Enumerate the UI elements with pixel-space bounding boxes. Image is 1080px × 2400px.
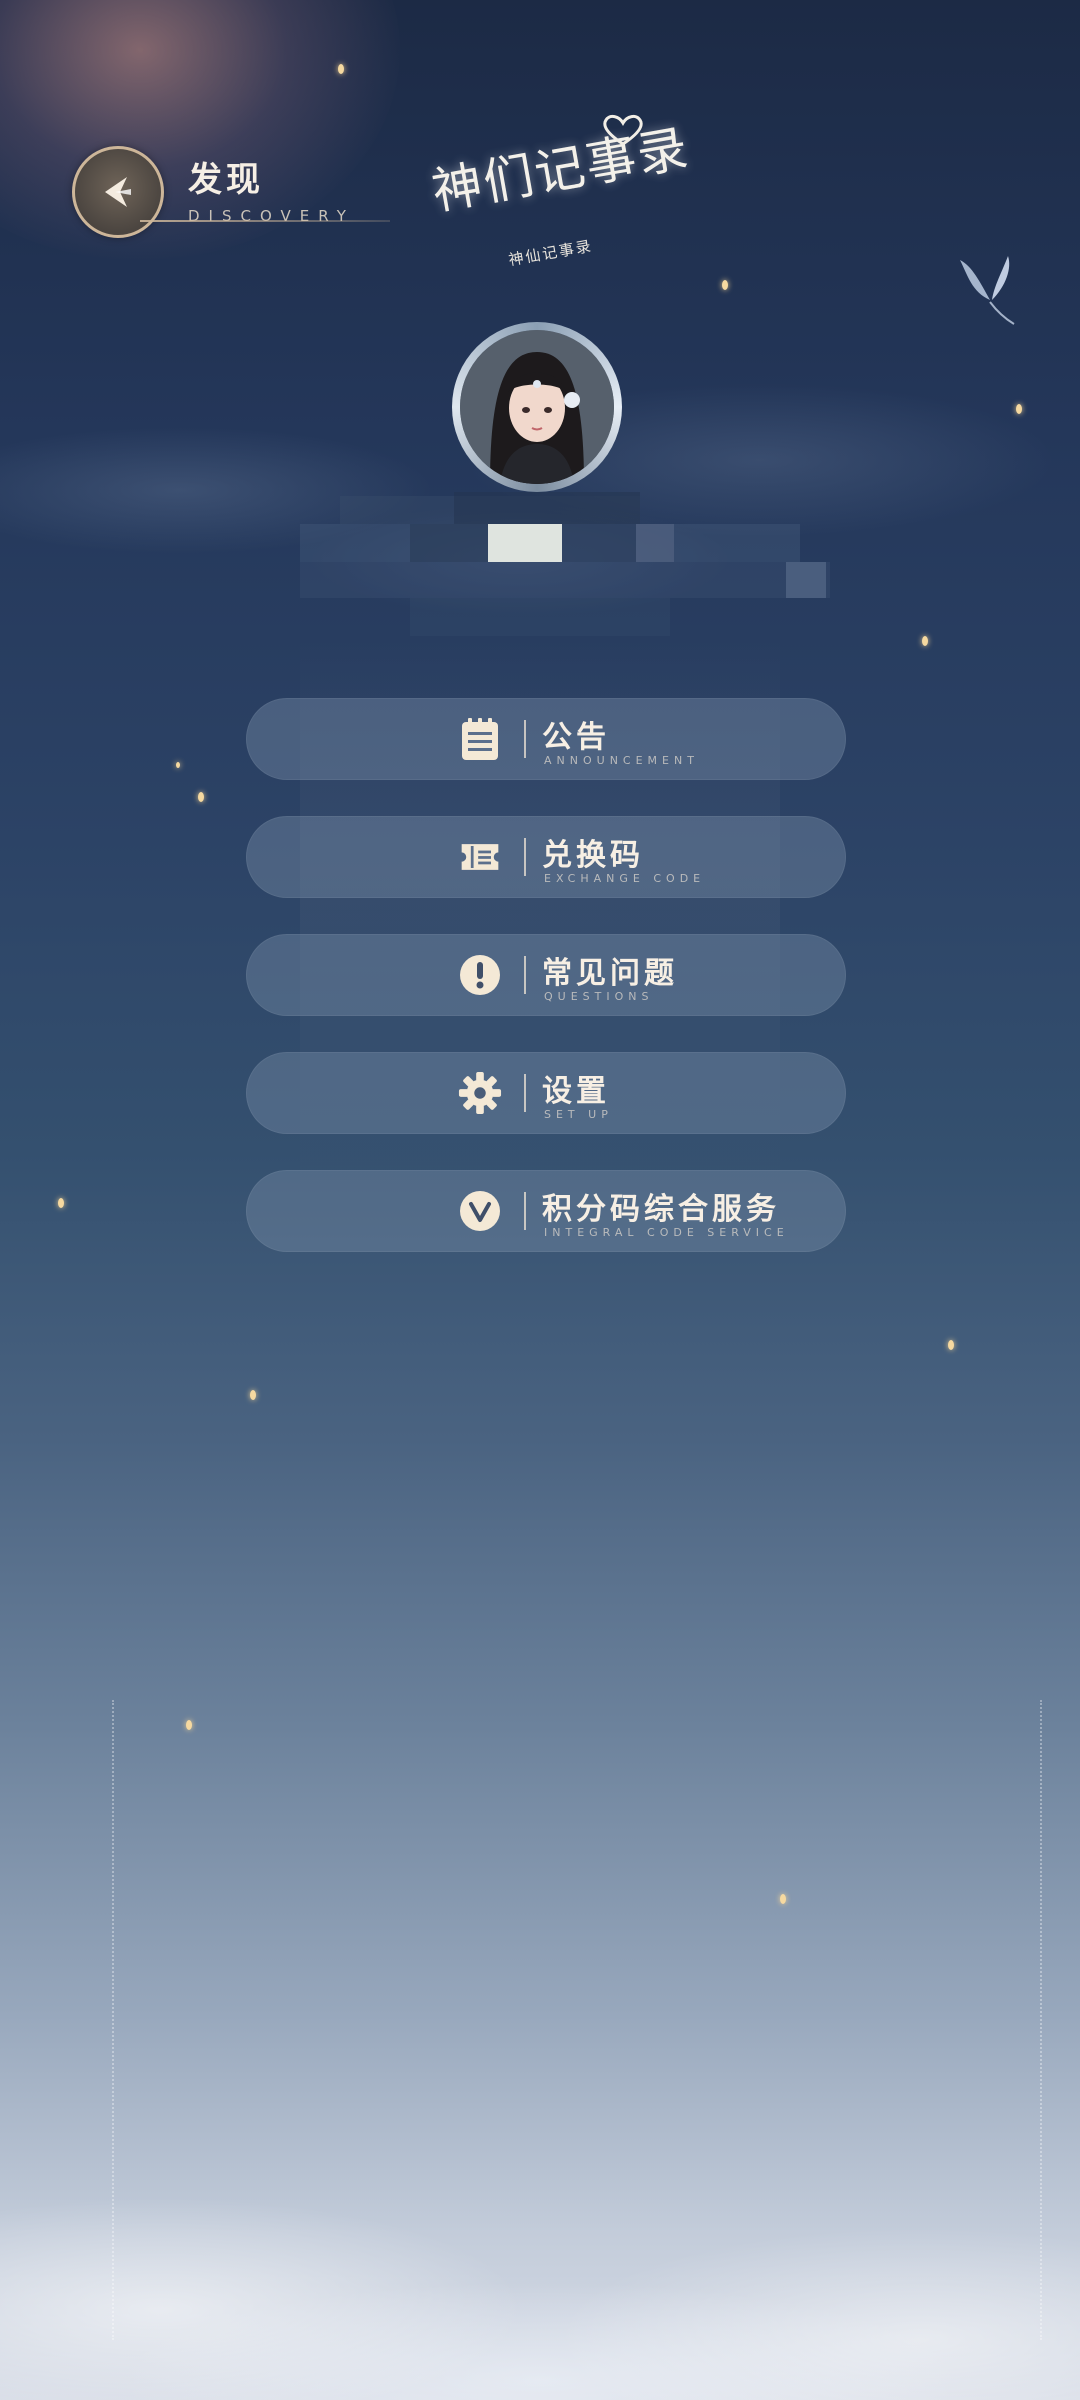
pixelated-block <box>300 562 830 598</box>
sparkle <box>176 762 180 768</box>
sparkle <box>948 1340 954 1350</box>
sparkle <box>198 792 204 802</box>
discovery-screen: 发现 DISCOVERY 神们记事录 神仙记事录 公告 ANNOUNCEMENT… <box>0 0 1080 2400</box>
heart-icon <box>603 114 643 146</box>
sparkle <box>58 1198 64 1208</box>
menu-separator <box>524 1074 526 1112</box>
pixelated-block <box>786 562 826 598</box>
menu-item-announcement[interactable]: 公告 ANNOUNCEMENT <box>246 698 846 780</box>
menu-item-sublabel: ANNOUNCEMENT <box>544 754 699 767</box>
back-arrow-icon <box>105 177 131 207</box>
menu-item-label: 常见问题 <box>542 956 678 991</box>
menu-item-sublabel: INTEGRAL CODE SERVICE <box>544 1226 789 1239</box>
sparkle <box>338 64 344 74</box>
menu-item-label: 兑换码 <box>542 838 644 873</box>
menu-item-settings[interactable]: 设置 SET UP <box>246 1052 846 1134</box>
logo-title: 神们记事录 <box>427 118 694 222</box>
menu-item-label: 公告 <box>542 720 610 755</box>
menu-separator <box>524 1192 526 1230</box>
back-button[interactable] <box>72 146 164 238</box>
v-badge-icon <box>458 1189 502 1233</box>
discovery-menu: 公告 ANNOUNCEMENT 兑换码 EXCHANGE CODE 常见问题 Q… <box>246 698 846 1288</box>
ticket-icon <box>458 835 502 879</box>
avatar[interactable] <box>452 322 622 492</box>
notice-icon <box>458 717 502 761</box>
character-portrait-icon <box>460 330 614 484</box>
menu-item-sublabel: SET UP <box>544 1108 613 1121</box>
menu-item-label: 积分码综合服务 <box>542 1192 780 1227</box>
menu-separator <box>524 956 526 994</box>
sparkle <box>186 1720 192 1730</box>
decor-line-left <box>112 1700 114 2340</box>
pixelated-block <box>454 492 640 524</box>
page-title-block: 发现 DISCOVERY <box>188 152 355 225</box>
menu-separator <box>524 720 526 758</box>
pixelated-block <box>488 524 562 562</box>
avatar-portrait <box>460 330 614 484</box>
page-subtitle: DISCOVERY <box>188 207 355 225</box>
pixelated-block <box>410 598 670 636</box>
game-logo: 神们记事录 神仙记事录 <box>420 110 694 290</box>
pixelated-block <box>562 524 636 562</box>
menu-item-exchange-code[interactable]: 兑换码 EXCHANGE CODE <box>246 816 846 898</box>
decor-line-right <box>1040 1700 1042 2340</box>
sparkle <box>922 636 928 646</box>
page-title: 发现 <box>188 160 264 200</box>
menu-item-questions[interactable]: 常见问题 QUESTIONS <box>246 934 846 1016</box>
title-underline <box>140 220 390 222</box>
exclamation-icon <box>458 953 502 997</box>
sparkle <box>1016 404 1022 414</box>
sparkle <box>250 1390 256 1400</box>
bottom-mist <box>0 1980 1080 2400</box>
menu-item-sublabel: QUESTIONS <box>544 990 654 1003</box>
logo-subtitle: 神仙记事录 <box>507 236 595 270</box>
menu-item-sublabel: EXCHANGE CODE <box>544 872 706 885</box>
menu-item-integral-code-service[interactable]: 积分码综合服务 INTEGRAL CODE SERVICE <box>246 1170 846 1252</box>
sparkle <box>722 280 728 290</box>
sparkle <box>780 1894 786 1904</box>
pixelated-block <box>636 524 674 562</box>
menu-item-label: 设置 <box>542 1074 610 1109</box>
butterfly-icon <box>960 256 1015 325</box>
menu-separator <box>524 838 526 876</box>
gear-icon <box>458 1071 502 1115</box>
